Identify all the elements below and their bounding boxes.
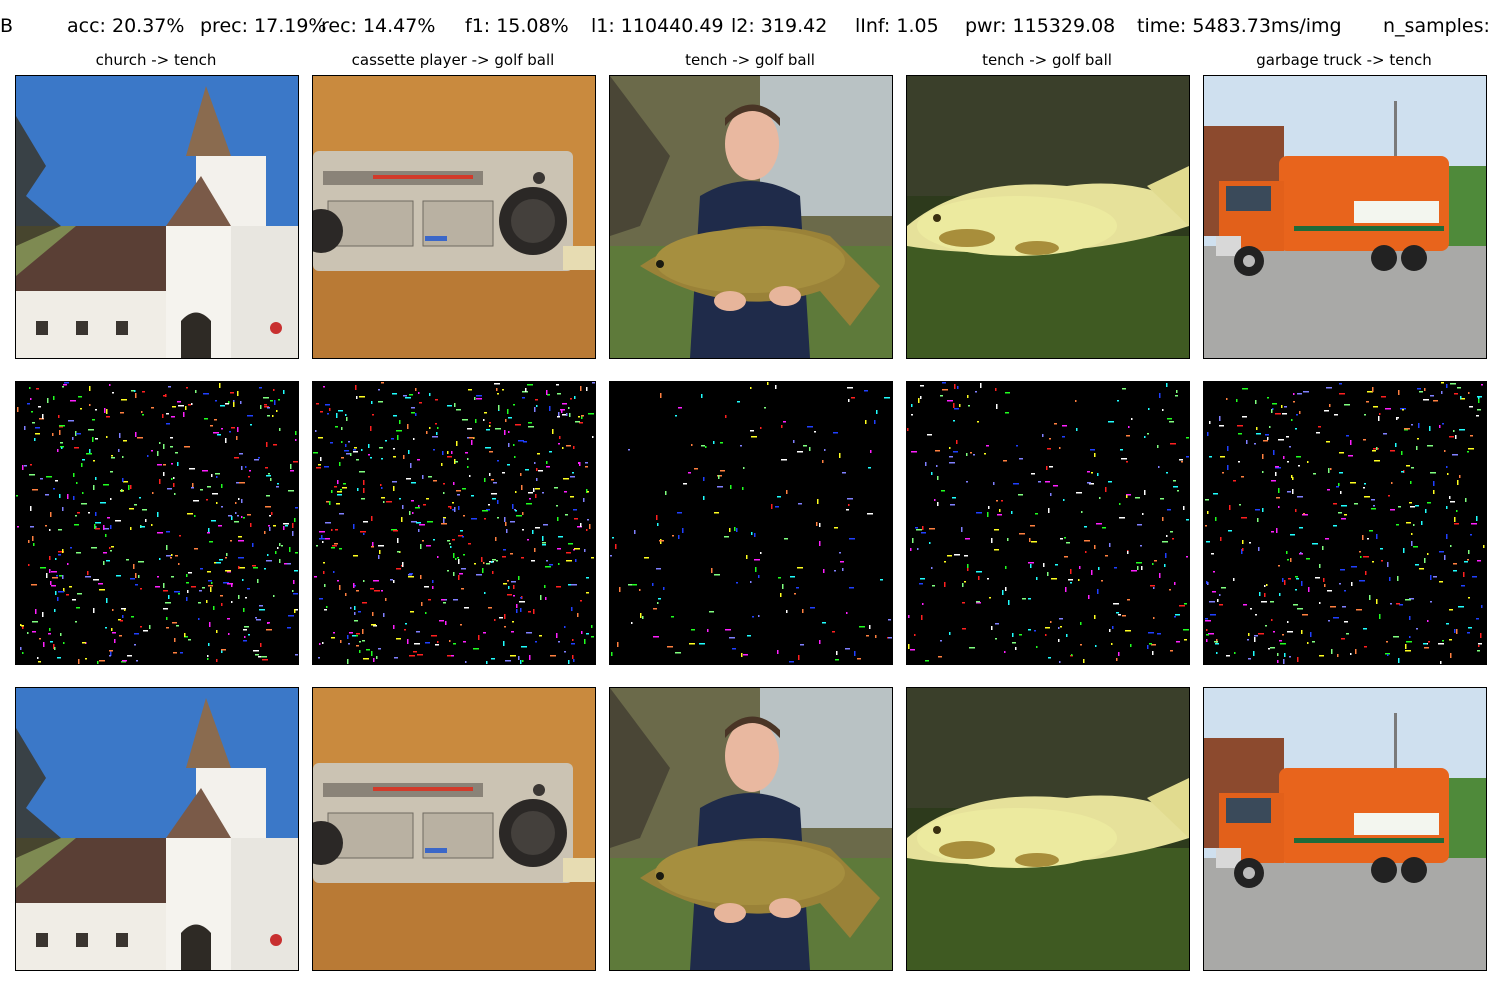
person-tench-picture (610, 688, 892, 970)
perturbation-person-tench (609, 381, 893, 665)
original-garbage-truck-image (1203, 75, 1487, 359)
metrics-header: B acc: 20.37% prec: 17.19% rec: 14.47% f… (0, 15, 1500, 41)
church-picture (16, 688, 298, 970)
noise-pattern (610, 382, 892, 664)
perturbation-garbage-truck (1203, 381, 1487, 665)
recall-metric: rec: 14.47% (321, 15, 436, 37)
noise-pattern (16, 382, 298, 664)
power-metric: pwr: 115329.08 (965, 15, 1116, 37)
perturbation-cassette (312, 381, 596, 665)
noise-pattern (1204, 382, 1486, 664)
b-label: B (0, 15, 14, 37)
cassette-picture (313, 688, 595, 970)
linf-metric: lInf: 1.05 (855, 15, 939, 37)
time-metric: time: 5483.73ms/img (1137, 15, 1342, 37)
original-tench-net-image (906, 75, 1190, 359)
precision-metric: prec: 17.19% (200, 15, 327, 37)
column-title: cassette player -> golf ball (351, 51, 555, 69)
tench-net-picture (907, 688, 1189, 970)
church-picture (16, 76, 298, 358)
l2-metric: l2: 319.42 (731, 15, 828, 37)
n-samples-metric: n_samples: (1383, 15, 1490, 37)
adversarial-cassette-image (312, 687, 596, 971)
column-title: church -> tench (95, 51, 217, 69)
noise-pattern (313, 382, 595, 664)
garbage-truck-picture (1204, 688, 1486, 970)
adversarial-tench-net-image (906, 687, 1190, 971)
garbage-truck-picture (1204, 76, 1486, 358)
column-title: tench -> golf ball (685, 51, 815, 69)
person-tench-picture (610, 76, 892, 358)
column-title: tench -> golf ball (982, 51, 1112, 69)
adversarial-person-tench-image (609, 687, 893, 971)
cassette-picture (313, 76, 595, 358)
f1-metric: f1: 15.08% (465, 15, 569, 37)
perturbation-church (15, 381, 299, 665)
adversarial-church-image (15, 687, 299, 971)
l1-metric: l1: 110440.49 (591, 15, 724, 37)
accuracy-metric: acc: 20.37% (67, 15, 185, 37)
perturbation-tench-net (906, 381, 1190, 665)
noise-pattern (907, 382, 1189, 664)
column-title: garbage truck -> tench (1256, 51, 1432, 69)
original-church-image (15, 75, 299, 359)
adversarial-garbage-truck-image (1203, 687, 1487, 971)
original-person-tench-image (609, 75, 893, 359)
tench-net-picture (907, 76, 1189, 358)
original-cassette-image (312, 75, 596, 359)
